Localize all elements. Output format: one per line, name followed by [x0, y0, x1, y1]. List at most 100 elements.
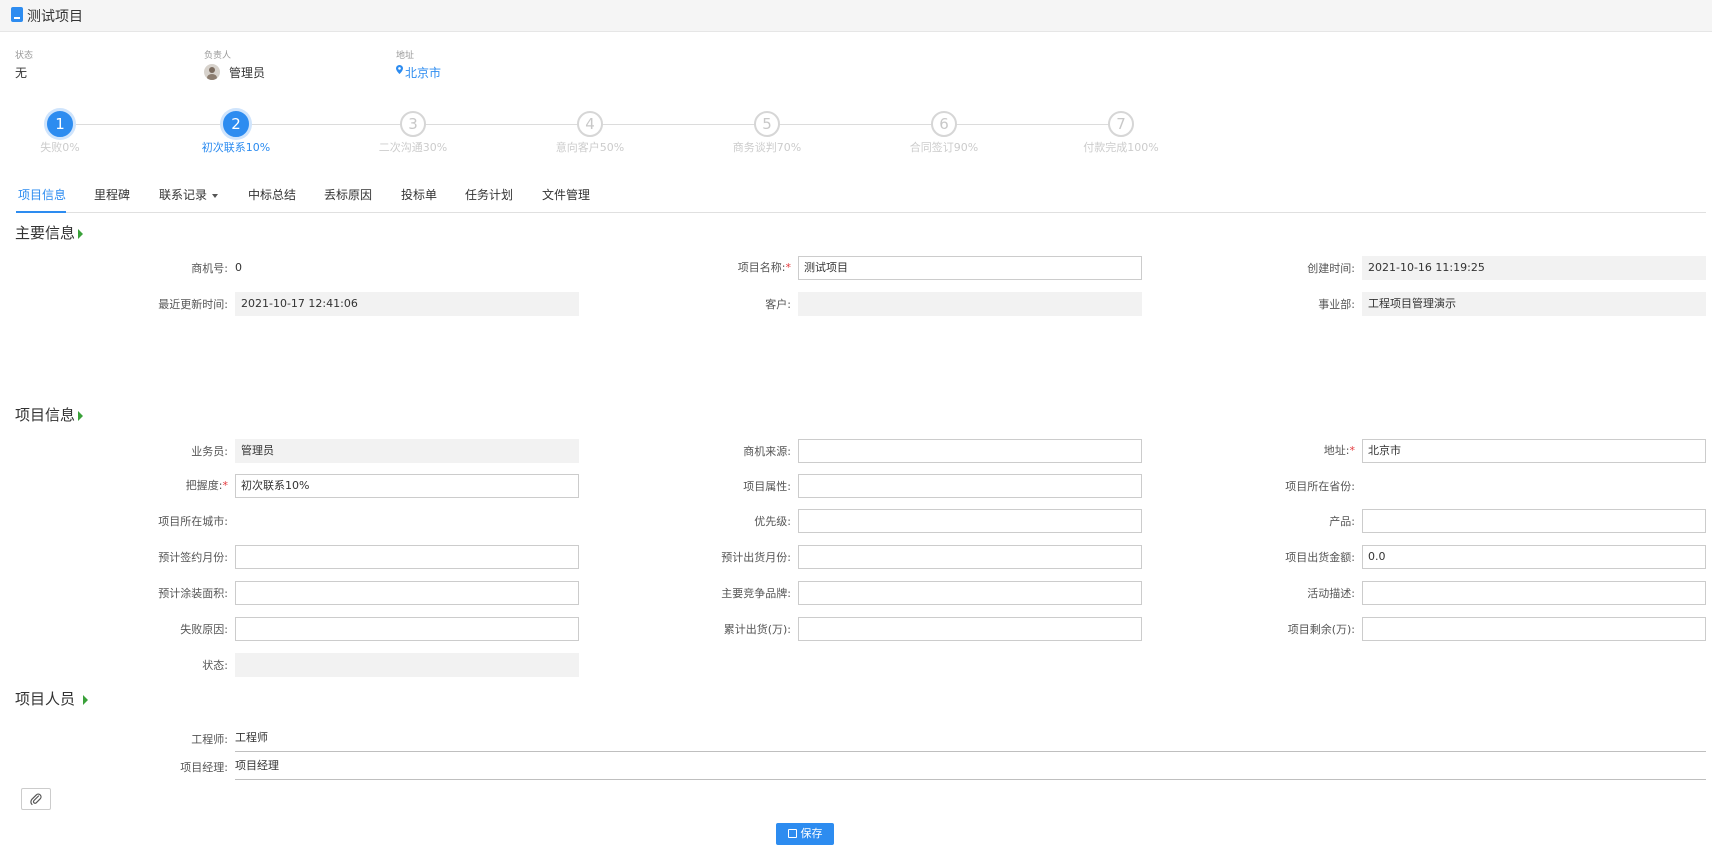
- grasp-input[interactable]: 初次联系10%: [235, 474, 579, 498]
- attach-button[interactable]: [21, 788, 51, 810]
- tab-file-management[interactable]: 文件管理: [542, 186, 590, 203]
- section-project-info: 项目信息: [15, 404, 84, 425]
- step-4-circle: 4: [577, 111, 603, 137]
- tab-project-info[interactable]: 项目信息: [18, 186, 66, 203]
- tab-lost-reason[interactable]: 丢标原因: [324, 186, 372, 203]
- step-1-circle: 1: [47, 111, 73, 137]
- owner-value: 管理员: [229, 66, 266, 80]
- opp-no-label: 商机号:: [191, 262, 228, 275]
- step-2-circle: 2: [223, 111, 249, 137]
- customer-label: 客户:: [765, 298, 791, 311]
- status-value: 无: [15, 66, 28, 80]
- grasp-label-text: 把握度:: [185, 479, 223, 492]
- owner-label: 负责人: [204, 51, 232, 61]
- opp-no-value: 0: [235, 261, 242, 274]
- fail-reason-input[interactable]: [235, 617, 579, 641]
- tab-bar: 项目信息 里程碑 联系记录 中标总结 丢标原因 投标单 任务计划 文件管理: [16, 182, 1706, 213]
- tab-milestones[interactable]: 里程碑: [94, 186, 130, 203]
- ship-month-input[interactable]: [798, 545, 1142, 569]
- ship-amount-input[interactable]: 0.0: [1362, 545, 1706, 569]
- tab-bid-sheet[interactable]: 投标单: [401, 186, 437, 203]
- save-button[interactable]: 保存: [776, 823, 834, 845]
- project-manager-label: 项目经理:: [180, 761, 228, 774]
- step-3-label: 二次沟通30%: [378, 141, 448, 154]
- save-button-label: 保存: [800, 827, 823, 840]
- page-title: 测试项目: [27, 9, 83, 25]
- step-3-circle: 3: [400, 111, 426, 137]
- project-name-label: 项目名称:*: [591, 259, 791, 275]
- priority-input[interactable]: [798, 509, 1142, 533]
- division-label: 事业部:: [1318, 298, 1355, 311]
- division-field: 工程项目管理演示: [1362, 292, 1706, 316]
- avatar: [204, 64, 220, 80]
- salesman-field: 管理员: [235, 439, 579, 463]
- updated-time-label: 最近更新时间:: [158, 298, 228, 311]
- grasp-label: 把握度:*: [28, 477, 228, 493]
- engineer-underline: [235, 751, 1706, 752]
- attribute-input[interactable]: [798, 474, 1142, 498]
- address-field-label-text: 地址:: [1323, 444, 1350, 457]
- required-mark: *: [785, 261, 792, 274]
- state-field: [235, 653, 579, 677]
- cumulative-ship-input[interactable]: [798, 617, 1142, 641]
- cumulative-ship-label: 累计出货(万):: [723, 623, 791, 636]
- salesman-label: 业务员:: [191, 445, 228, 458]
- required-mark: *: [1349, 444, 1356, 457]
- section-main-info-title: 主要信息: [15, 224, 76, 242]
- step-3[interactable]: 3 二次沟通30%: [363, 111, 463, 155]
- active-tab-indicator: [16, 211, 66, 213]
- step-4[interactable]: 4 意向客户50%: [540, 111, 640, 155]
- address-input[interactable]: 北京市: [1362, 439, 1706, 463]
- remaining-input[interactable]: [1362, 617, 1706, 641]
- status-label: 状态: [15, 51, 34, 61]
- tab-task-plan[interactable]: 任务计划: [465, 186, 513, 203]
- step-2[interactable]: 2 初次联系10%: [186, 111, 286, 155]
- step-1[interactable]: 1 失败0%: [10, 111, 110, 155]
- tab-contact-records-label: 联系记录: [159, 188, 208, 202]
- section-arrow-icon: [83, 694, 89, 705]
- customer-field: [798, 292, 1142, 316]
- map-pin-icon: [396, 65, 403, 74]
- project-name-label-text: 项目名称:: [737, 261, 786, 274]
- tab-contact-records[interactable]: 联系记录: [159, 186, 219, 203]
- competitor-input[interactable]: [798, 581, 1142, 605]
- step-5[interactable]: 5 商务谈判70%: [717, 111, 817, 155]
- step-1-label: 失败0%: [40, 141, 80, 154]
- address-field-label: 地址:*: [1155, 442, 1355, 458]
- section-main-info: 主要信息: [15, 222, 84, 243]
- product-label: 产品:: [1329, 515, 1355, 528]
- engineer-value[interactable]: 工程师: [235, 727, 268, 749]
- paint-area-input[interactable]: [235, 581, 579, 605]
- province-label: 项目所在省份:: [1285, 480, 1355, 493]
- project-name-input[interactable]: 测试项目: [798, 256, 1142, 280]
- address-link[interactable]: 北京市: [405, 64, 441, 81]
- product-input[interactable]: [1362, 509, 1706, 533]
- source-label: 商机来源:: [743, 445, 791, 458]
- ship-month-label: 预计出货月份:: [721, 551, 791, 564]
- fail-reason-label: 失败原因:: [180, 623, 228, 636]
- document-icon: [11, 7, 23, 22]
- section-project-info-title: 项目信息: [15, 406, 76, 424]
- remaining-label: 项目剩余(万):: [1287, 623, 1355, 636]
- source-input[interactable]: [798, 439, 1142, 463]
- step-7[interactable]: 7 付款完成100%: [1071, 111, 1171, 155]
- paint-area-label: 预计涂装面积:: [158, 587, 228, 600]
- state-label: 状态:: [202, 659, 228, 672]
- activity-input[interactable]: [1362, 581, 1706, 605]
- attribute-label: 项目属性:: [743, 480, 791, 493]
- section-people: 项目人员: [15, 688, 89, 709]
- project-manager-value[interactable]: 项目经理: [235, 755, 279, 777]
- step-5-label: 商务谈判70%: [732, 141, 802, 154]
- activity-label: 活动描述:: [1307, 587, 1355, 600]
- caret-down-icon: [212, 193, 219, 198]
- tab-bid-summary[interactable]: 中标总结: [248, 186, 296, 203]
- section-arrow-icon: [78, 228, 84, 239]
- sign-month-input[interactable]: [235, 545, 579, 569]
- step-2-label: 初次联系10%: [201, 141, 271, 154]
- paperclip-icon: [30, 793, 42, 806]
- engineer-label: 工程师:: [191, 733, 228, 746]
- section-arrow-icon: [78, 410, 84, 421]
- project-manager-underline: [235, 779, 1706, 780]
- step-6[interactable]: 6 合同签订90%: [894, 111, 994, 155]
- step-5-circle: 5: [754, 111, 780, 137]
